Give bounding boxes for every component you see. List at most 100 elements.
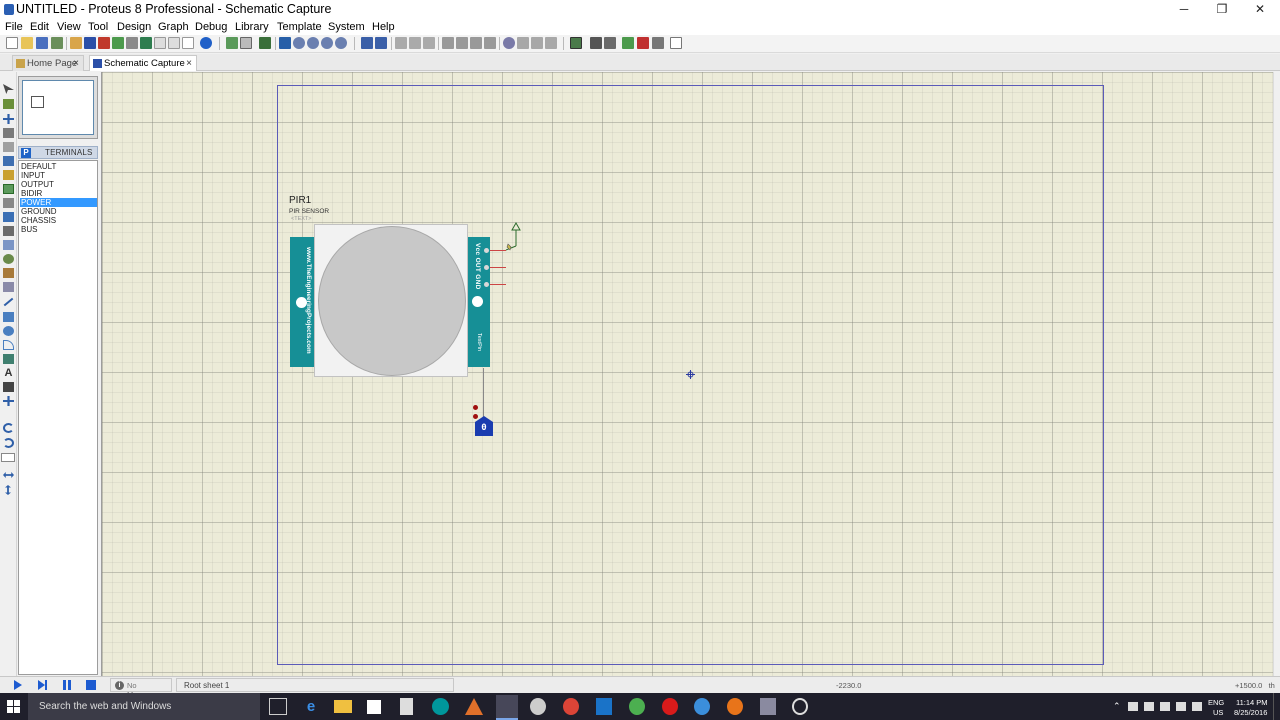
clock-time[interactable]: 11:14 PM — [1236, 698, 1268, 707]
zoom-area-icon[interactable] — [335, 37, 347, 49]
canvas-scrollbar[interactable] — [1273, 72, 1280, 676]
generator-mode-icon[interactable] — [3, 240, 14, 250]
close-icon[interactable]: × — [73, 56, 79, 71]
pause-icon[interactable] — [62, 680, 72, 690]
app-m-icon[interactable] — [596, 698, 612, 715]
mirror-horizontal-icon[interactable] — [3, 472, 14, 478]
tab-schematic-capture[interactable]: Schematic Capture × — [89, 55, 197, 71]
zoom-out-icon[interactable] — [307, 37, 319, 49]
current-probe-mode-icon[interactable] — [3, 268, 14, 278]
packaging-tool-icon[interactable] — [531, 37, 543, 49]
copy-icon[interactable] — [409, 37, 421, 49]
block-rotate-icon[interactable] — [470, 37, 482, 49]
overview-sheet[interactable] — [22, 80, 94, 135]
chrome-icon[interactable] — [563, 698, 579, 715]
menu-tool[interactable]: Tool — [88, 21, 108, 33]
zoom-all-icon[interactable] — [321, 37, 333, 49]
keyboard-icon[interactable] — [1176, 702, 1186, 711]
voltage-probe-mode-icon[interactable] — [3, 254, 14, 264]
text-script-mode-icon[interactable] — [3, 142, 14, 152]
pin-vcc[interactable] — [484, 248, 489, 253]
search-tag-icon[interactable] — [590, 37, 602, 49]
task-view-icon[interactable] — [269, 698, 287, 715]
pan-icon[interactable] — [279, 37, 291, 49]
property-assignment-icon[interactable] — [604, 37, 616, 49]
component-value[interactable]: PIR SENSOR — [289, 208, 329, 215]
decompose-icon[interactable] — [545, 37, 557, 49]
rotate-clockwise-icon[interactable] — [3, 423, 14, 433]
remove-sheet-icon[interactable] — [637, 37, 649, 49]
menu-help[interactable]: Help — [372, 21, 395, 33]
box-tool-icon[interactable] — [3, 312, 14, 322]
refresh-icon[interactable] — [226, 37, 238, 49]
pir-left-board-strip[interactable]: www.TheEngineeringProjects.com — [290, 237, 315, 367]
terminals-list[interactable]: DEFAULT INPUT OUTPUT BIDIR POWER GROUND … — [18, 160, 98, 675]
terminal-item-bidir[interactable]: BIDIR — [20, 189, 97, 198]
terminal-item-ground[interactable]: GROUND — [20, 207, 97, 216]
buses-mode-icon[interactable] — [3, 156, 14, 166]
battery-icon[interactable] — [1144, 702, 1154, 711]
graph-mode-icon[interactable] — [3, 212, 14, 222]
undo-icon[interactable] — [361, 37, 373, 49]
opera-icon[interactable] — [662, 698, 678, 715]
terminal-item-bus[interactable]: BUS — [20, 225, 97, 234]
save-icon[interactable] — [36, 37, 48, 49]
new-sheet-icon[interactable] — [622, 37, 634, 49]
open-folder-icon[interactable] — [21, 37, 33, 49]
app-circle-icon[interactable] — [792, 698, 808, 715]
terminal-item-input[interactable]: INPUT — [20, 171, 97, 180]
stop-icon[interactable] — [86, 680, 96, 690]
windows-start-icon[interactable] — [7, 700, 20, 713]
notes-icon[interactable] — [182, 37, 194, 49]
browser-icon[interactable] — [694, 698, 710, 715]
design-report-icon[interactable] — [670, 37, 682, 49]
terminal-item-default[interactable]: DEFAULT — [20, 162, 97, 171]
rotation-angle-input[interactable] — [1, 453, 15, 462]
menu-design[interactable]: Design — [117, 21, 151, 33]
menu-debug[interactable]: Debug — [195, 21, 227, 33]
power-terminal-icon[interactable] — [502, 220, 526, 254]
overview-window[interactable] — [18, 76, 98, 139]
terminal-item-chassis[interactable]: CHASSIS — [20, 216, 97, 225]
arc-tool-icon[interactable] — [3, 340, 14, 350]
marker-tool-icon[interactable] — [3, 396, 14, 406]
terminal-item-output[interactable]: OUTPUT — [20, 180, 97, 189]
schematic-canvas[interactable]: PIR1 PIR SENSOR <TEXT> www.TheEngineerin… — [101, 72, 1280, 676]
exit-to-parent-icon[interactable] — [652, 37, 664, 49]
step-icon[interactable] — [38, 680, 48, 690]
menu-file[interactable]: File — [5, 21, 23, 33]
tape-recorder-mode-icon[interactable] — [3, 226, 14, 236]
menu-graph[interactable]: Graph — [158, 21, 189, 33]
edge-browser-icon[interactable]: e — [302, 698, 320, 715]
symbol-tool-icon[interactable] — [3, 382, 14, 392]
block-move-icon[interactable] — [456, 37, 468, 49]
menu-edit[interactable]: Edit — [30, 21, 49, 33]
app-taskbar-icon[interactable] — [530, 698, 546, 715]
pcb-icon[interactable] — [98, 37, 110, 49]
origin-icon[interactable] — [259, 37, 271, 49]
tab-home-page[interactable]: Home Page × — [12, 55, 84, 71]
pir-right-board-strip[interactable]: Vcc OUT GND TestPin — [468, 237, 490, 367]
circle-tool-icon[interactable] — [3, 326, 14, 336]
block-delete-icon[interactable] — [484, 37, 496, 49]
pin-gnd[interactable] — [484, 282, 489, 287]
schematic-icon[interactable] — [84, 37, 96, 49]
proteus-taskbar-icon[interactable] — [496, 695, 518, 720]
bom-icon[interactable] — [126, 37, 138, 49]
minimize-button[interactable]: ─ — [1165, 0, 1203, 20]
network-icon[interactable] — [1128, 702, 1138, 711]
wire-label-mode-icon[interactable] — [3, 128, 14, 138]
menu-template[interactable]: Template — [277, 21, 322, 33]
matlab-icon[interactable] — [465, 698, 483, 715]
messages-indicator[interactable]: i No Messages — [110, 678, 172, 699]
cut-icon[interactable] — [395, 37, 407, 49]
calculator-icon[interactable] — [400, 698, 413, 715]
save-all-icon[interactable] — [51, 37, 63, 49]
path-tool-icon[interactable] — [3, 354, 14, 364]
taskbar-search-box[interactable]: Search the web and Windows — [28, 693, 260, 720]
text-tool-icon[interactable]: A — [3, 368, 14, 379]
terminals-mode-icon[interactable] — [3, 184, 14, 194]
rotate-anticlockwise-icon[interactable] — [3, 438, 14, 448]
selection-mode-icon[interactable] — [3, 84, 14, 94]
arduino-icon[interactable] — [432, 698, 449, 715]
